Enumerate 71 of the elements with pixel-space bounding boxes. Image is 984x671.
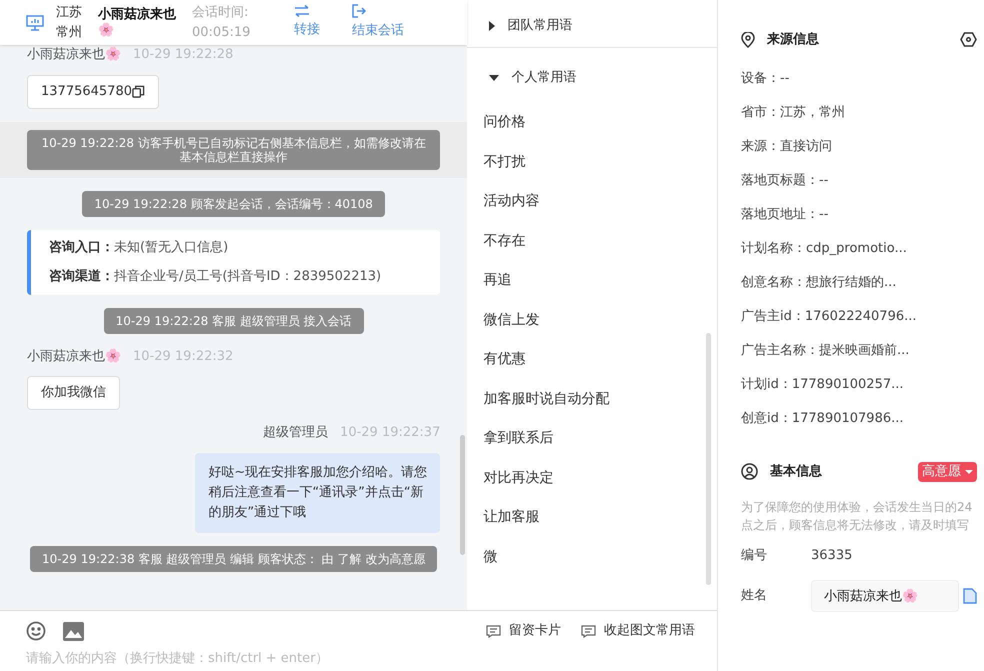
session-time: 00:05:19: [192, 24, 252, 42]
message-bubble: 好哒~现在安排客服加您介绍哈。请您稍后注意查看一下“通讯录”并点击“新的朋友”通过下哦: [195, 452, 440, 532]
phrase-item[interactable]: 问价格: [483, 112, 717, 133]
source-info-row-text: 落地页标题：--: [741, 172, 830, 190]
phrase-item[interactable]: 微: [483, 546, 717, 568]
inquiry-label: 咨询入口：: [49, 238, 114, 256]
message-bubble: 你加我微信: [27, 376, 120, 410]
phrase-item[interactable]: 让加客服: [483, 507, 717, 528]
monitor-icon: [26, 14, 44, 30]
source-info-row-text: 计划id：177890100257...: [741, 376, 905, 394]
section-title: 来源信息: [767, 31, 819, 49]
user-circle-icon: [741, 463, 758, 480]
source-info-row-text: 广告主名称：提米映画婚前...: [741, 342, 910, 360]
inquiry-label: 咨询渠道：: [49, 268, 114, 286]
source-info-row-text: 广告主id：176022240796...: [741, 308, 918, 326]
caret-icon: [489, 20, 496, 30]
phrase-item[interactable]: 加客服时说自动分配: [483, 388, 717, 410]
phrase-item[interactable]: 再追: [483, 270, 717, 291]
phrase-item[interactable]: 拿到联系后: [483, 428, 717, 449]
notice-text: 为了保障您的使用体验，会话发生当日的24点之后，顾客信息将无法修改，请及时填写: [741, 498, 974, 534]
inquiry-value: 未知(暂无入口信息): [114, 238, 228, 256]
caret-icon: [489, 75, 500, 81]
field-label: 姓名: [741, 587, 768, 606]
phrase-item[interactable]: 不打扰: [483, 152, 717, 172]
inquiry-value: 抖音企业号/员工号(抖音号ID：2839502213): [114, 268, 382, 286]
source-info-row-text: 来源：直接访问: [741, 138, 833, 156]
visitor-location: 江苏常州: [56, 4, 83, 42]
system-message: 10-29 19:22:28 顾客发起会话，会话编号：40108: [82, 190, 385, 216]
system-message: 10-29 19:22:28 客服 超级管理员 接入会话: [104, 308, 364, 334]
message-time: 10-29 19:22:28: [133, 46, 234, 64]
location-pin-icon: [741, 32, 755, 48]
name-field[interactable]: 小雨菇凉来也🌸: [811, 580, 959, 612]
source-info-row-text: 计划名称：cdp_promotio...: [741, 240, 908, 258]
phrase-item[interactable]: 不存在: [483, 230, 717, 252]
settings-icon[interactable]: [960, 32, 977, 48]
source-info-row-text: 设备：--: [741, 70, 790, 88]
section-title: 基本信息: [770, 462, 822, 481]
phrase-group[interactable]: 团队常用语: [467, 4, 717, 48]
phrase-group[interactable]: 个人常用语: [467, 56, 717, 100]
status-dropdown[interactable]: 高意愿: [918, 462, 977, 482]
message-input[interactable]: 请输入你的内容（换行快捷键：shift/ctrl + enter）: [26, 651, 426, 667]
source-info-row-text: 创意名称：想旅行结婚的...: [741, 274, 898, 292]
message-bubble: 13775645780: [27, 74, 159, 108]
source-info-row-text: 省市：江苏，常州: [741, 104, 846, 122]
message-time: 10-29 19:22:37: [340, 424, 440, 442]
message-icon: [581, 624, 596, 638]
sender-name: 超级管理员: [263, 424, 328, 442]
visitor-name: 小雨菇凉来也🌸: [98, 6, 177, 38]
image-icon[interactable]: [63, 622, 84, 640]
phrase-item[interactable]: 有优惠: [483, 349, 717, 370]
system-message: 10-29 19:22:28 访客手机号已自动标记右侧基本信息栏，如需修改请在基本信息栏直接操作: [27, 130, 440, 170]
toolbar-button[interactable]: 留资卡片: [486, 621, 561, 641]
source-info-row-text: 落地页地址：--: [741, 206, 830, 224]
phrase-item[interactable]: 微信上发: [483, 310, 717, 330]
swap-arrows-icon: [294, 5, 310, 18]
phrase-item[interactable]: 对比再决定: [483, 468, 717, 488]
session-time-label: 会话时间:: [192, 4, 250, 22]
source-info-row-text: 创意id：177890107986...: [741, 410, 905, 428]
phrase-item[interactable]: 活动内容: [483, 191, 717, 212]
toolbar-button[interactable]: 收起图文常用语: [581, 621, 695, 641]
copy-icon[interactable]: [132, 85, 145, 98]
field-label: 编号: [741, 546, 768, 564]
sender-name: 小雨菇凉来也🌸: [27, 348, 121, 366]
smiley-icon[interactable]: [26, 621, 46, 641]
exit-icon: [352, 4, 366, 18]
field-value: 36335: [811, 546, 852, 564]
caret-icon: [965, 470, 973, 474]
sender-name: 小雨菇凉来也🌸: [27, 46, 121, 64]
system-message: 10-29 19:22:38 客服 超级管理员 编辑 顾客状态： 由 了解 改为高意愿: [30, 546, 438, 572]
message-icon: [486, 624, 501, 638]
message-time: 10-29 19:22:32: [133, 348, 234, 366]
